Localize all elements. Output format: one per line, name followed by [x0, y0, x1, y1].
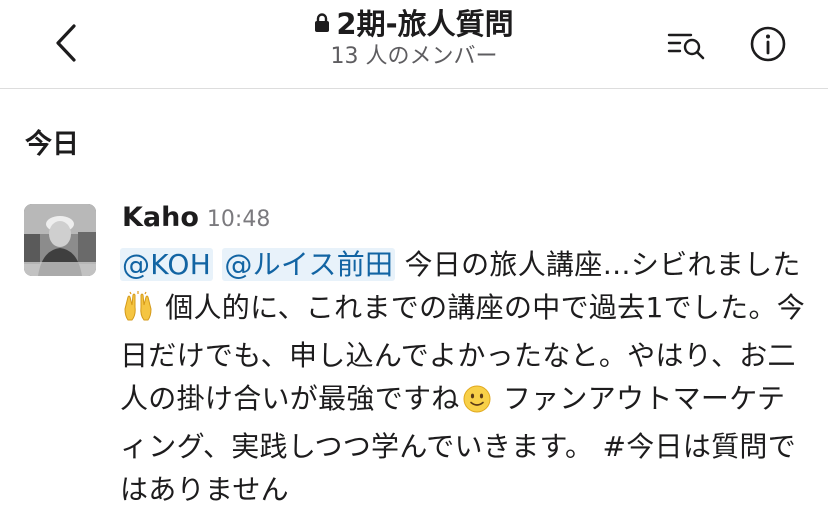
channel-name: 2期-旅人質問: [336, 7, 514, 41]
message-body: @KOH @ルイス前田 今日の旅人講座…シビれました 個人的に、これまでの講座の…: [120, 244, 810, 511]
day-divider: 今日: [25, 129, 79, 160]
channel-header: 2期-旅人質問 13 人のメンバー: [0, 0, 828, 89]
message-author[interactable]: Kaho: [122, 202, 199, 233]
user-photo: [24, 204, 96, 276]
search-list-icon: [667, 33, 705, 60]
channel-info-button[interactable]: [746, 22, 790, 66]
slightly-smiling-face-emoji: [462, 384, 492, 427]
raising-hands-emoji: [122, 290, 154, 336]
message-header: Kaho 10:48: [122, 202, 270, 238]
mention-luis-maeda[interactable]: @ルイス前田: [222, 248, 396, 281]
avatar[interactable]: [24, 204, 96, 276]
message-timestamp[interactable]: 10:48: [207, 207, 270, 232]
mention-koh[interactable]: @KOH: [120, 248, 214, 281]
info-icon: [750, 26, 786, 62]
lock-icon: [315, 13, 330, 32]
message-text-part-1: 今日の旅人講座…シビれました: [404, 248, 801, 281]
search-in-channel-button[interactable]: [664, 24, 710, 64]
